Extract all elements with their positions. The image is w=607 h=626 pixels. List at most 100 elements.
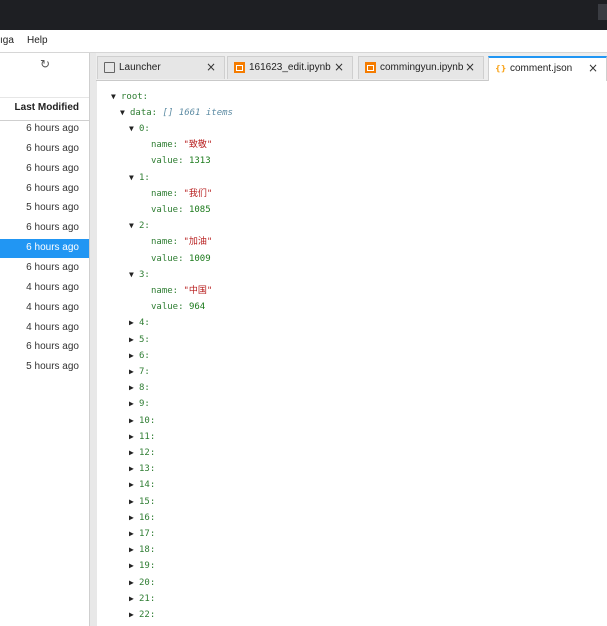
launcher-icon xyxy=(104,62,115,73)
json-item-row-collapsed[interactable]: ▶ 18: xyxy=(129,543,155,557)
json-item-row-collapsed[interactable]: ▶ 11: xyxy=(129,430,155,444)
json-viewer: ▼ root: ▼ data: [] 1661 items ▼ 0: name: "致敬… xyxy=(97,81,607,626)
json-value-row: value: 1313 xyxy=(151,154,211,168)
refresh-icon[interactable]: ↻ xyxy=(37,56,53,72)
close-icon[interactable]: × xyxy=(334,60,344,74)
file-row[interactable]: 4 hours ago xyxy=(0,279,89,298)
file-row[interactable]: 4 hours ago xyxy=(0,299,89,318)
collapsed-triangle-icon[interactable]: ▶ xyxy=(129,543,139,557)
json-item-row[interactable]: ▼ 1: xyxy=(129,171,150,185)
json-item-row-collapsed[interactable]: ▶ 21: xyxy=(129,592,155,606)
tab-launcher[interactable]: Launcher × xyxy=(97,56,225,79)
expanded-triangle-icon[interactable]: ▼ xyxy=(111,90,121,104)
file-row[interactable]: 6 hours ago xyxy=(0,160,89,179)
collapsed-triangle-icon[interactable]: ▶ xyxy=(129,462,139,476)
json-item-row[interactable]: ▼ 2: xyxy=(129,219,150,233)
collapsed-triangle-icon[interactable]: ▶ xyxy=(129,333,139,347)
json-string-value: "中国" xyxy=(183,286,213,296)
json-number-value: 1085 xyxy=(188,205,211,215)
collapsed-triangle-icon[interactable]: ▶ xyxy=(129,511,139,525)
tab-commingyun[interactable]: commingyun.ipynb × xyxy=(358,56,484,79)
file-row[interactable]: 5 hours ago xyxy=(0,358,89,377)
last-modified-value: 6 hours ago xyxy=(26,142,79,154)
menu-bar: ıga Help xyxy=(0,30,607,53)
last-modified-value: 4 hours ago xyxy=(26,321,79,333)
collapsed-triangle-icon[interactable]: ▶ xyxy=(129,365,139,379)
expanded-triangle-icon[interactable]: ▼ xyxy=(129,219,139,233)
menu-item-partial[interactable]: ıga xyxy=(0,35,14,46)
json-item-index: 20: xyxy=(139,577,156,588)
json-item-row-collapsed[interactable]: ▶ 22: xyxy=(129,608,155,622)
collapsed-triangle-icon[interactable]: ▶ xyxy=(129,446,139,460)
close-icon[interactable]: × xyxy=(588,61,598,75)
tab-161623-edit[interactable]: 161623_edit.ipynb × xyxy=(227,56,353,79)
json-data-row[interactable]: ▼ data: [] 1661 items xyxy=(120,106,233,120)
file-row[interactable]: 6 hours ago xyxy=(0,120,89,139)
last-modified-value: 6 hours ago xyxy=(26,261,79,273)
tab-comment-json[interactable]: {} comment.json × xyxy=(488,56,607,81)
json-root-row[interactable]: ▼ root: xyxy=(111,90,148,104)
json-item-row-collapsed[interactable]: ▶ 19: xyxy=(129,559,155,573)
json-item-row-collapsed[interactable]: ▶ 12: xyxy=(129,446,155,460)
json-item-row-collapsed[interactable]: ▶ 14: xyxy=(129,478,155,492)
json-key: value: xyxy=(151,205,184,215)
json-name-row: name: "致敬" xyxy=(151,138,212,152)
collapsed-triangle-icon[interactable]: ▶ xyxy=(129,495,139,509)
file-row[interactable]: 4 hours ago xyxy=(0,319,89,338)
last-modified-value: 6 hours ago xyxy=(26,123,79,134)
collapsed-triangle-icon[interactable]: ▶ xyxy=(129,527,139,541)
json-item-row-collapsed[interactable]: ▶ 17: xyxy=(129,527,155,541)
expanded-triangle-icon[interactable]: ▼ xyxy=(129,171,139,185)
expanded-triangle-icon[interactable]: ▼ xyxy=(129,122,139,136)
collapsed-triangle-icon[interactable]: ▶ xyxy=(129,414,139,428)
json-name-row: name: "我们" xyxy=(151,187,212,201)
collapsed-triangle-icon[interactable]: ▶ xyxy=(129,592,139,606)
json-item-row-collapsed[interactable]: ▶ 16: xyxy=(129,511,155,525)
collapsed-triangle-icon[interactable]: ▶ xyxy=(129,397,139,411)
json-item-row-collapsed[interactable]: ▶ 6: xyxy=(129,349,150,363)
expanded-triangle-icon[interactable]: ▼ xyxy=(120,106,130,120)
collapsed-triangle-icon[interactable]: ▶ xyxy=(129,478,139,492)
last-modified-column-header[interactable]: Last Modified xyxy=(0,97,89,121)
file-row[interactable]: 6 hours ago xyxy=(0,180,89,199)
file-row[interactable]: 5 hours ago xyxy=(0,199,89,218)
panel-resize-handle[interactable] xyxy=(89,53,97,626)
json-item-row-collapsed[interactable]: ▶ 5: xyxy=(129,333,150,347)
collapsed-triangle-icon[interactable]: ▶ xyxy=(129,559,139,573)
file-row[interactable]: 6 hours ago xyxy=(0,219,89,238)
json-item-row[interactable]: ▼ 0: xyxy=(129,122,150,136)
json-item-row-collapsed[interactable]: ▶ 8: xyxy=(129,381,150,395)
collapsed-triangle-icon[interactable]: ▶ xyxy=(129,430,139,444)
file-row[interactable]: 6 hours ago xyxy=(0,140,89,159)
json-number-value: 1313 xyxy=(188,156,211,167)
close-icon[interactable]: × xyxy=(206,60,216,74)
json-item-row-collapsed[interactable]: ▶ 10: xyxy=(129,414,155,428)
json-name-row: name: "中国" xyxy=(151,284,212,298)
json-item-index: 18: xyxy=(139,545,156,556)
collapsed-triangle-icon[interactable]: ▶ xyxy=(129,349,139,363)
collapsed-triangle-icon[interactable]: ▶ xyxy=(129,316,139,330)
json-item-row-collapsed[interactable]: ▶ 7: xyxy=(129,365,150,379)
collapsed-triangle-icon[interactable]: ▶ xyxy=(129,608,139,622)
json-item-index: 19: xyxy=(139,561,156,572)
file-row[interactable]: 6 hours ago xyxy=(0,259,89,278)
file-row[interactable]: 6 hours ago xyxy=(0,239,89,259)
window-control[interactable] xyxy=(598,4,607,20)
json-number-value: 964 xyxy=(188,302,206,313)
close-icon[interactable]: × xyxy=(465,60,475,74)
json-item-row[interactable]: ▼ 3: xyxy=(129,268,150,282)
menu-item-help[interactable]: Help xyxy=(27,35,48,46)
last-modified-value: 5 hours ago xyxy=(26,361,79,373)
json-item-row-collapsed[interactable]: ▶ 15: xyxy=(129,495,155,509)
collapsed-triangle-icon[interactable]: ▶ xyxy=(129,576,139,590)
json-item-row-collapsed[interactable]: ▶ 20: xyxy=(129,576,155,590)
json-item-row-collapsed[interactable]: ▶ 4: xyxy=(129,316,150,330)
expanded-triangle-icon[interactable]: ▼ xyxy=(129,268,139,282)
json-item-row-collapsed[interactable]: ▶ 13: xyxy=(129,462,155,476)
file-row[interactable]: 6 hours ago xyxy=(0,338,89,357)
json-item-index: 3: xyxy=(139,269,150,280)
json-item-row-collapsed[interactable]: ▶ 9: xyxy=(129,397,150,411)
json-item-index: 15: xyxy=(139,496,156,507)
collapsed-triangle-icon[interactable]: ▶ xyxy=(129,381,139,395)
column-header-label: Last Modified xyxy=(14,102,79,113)
